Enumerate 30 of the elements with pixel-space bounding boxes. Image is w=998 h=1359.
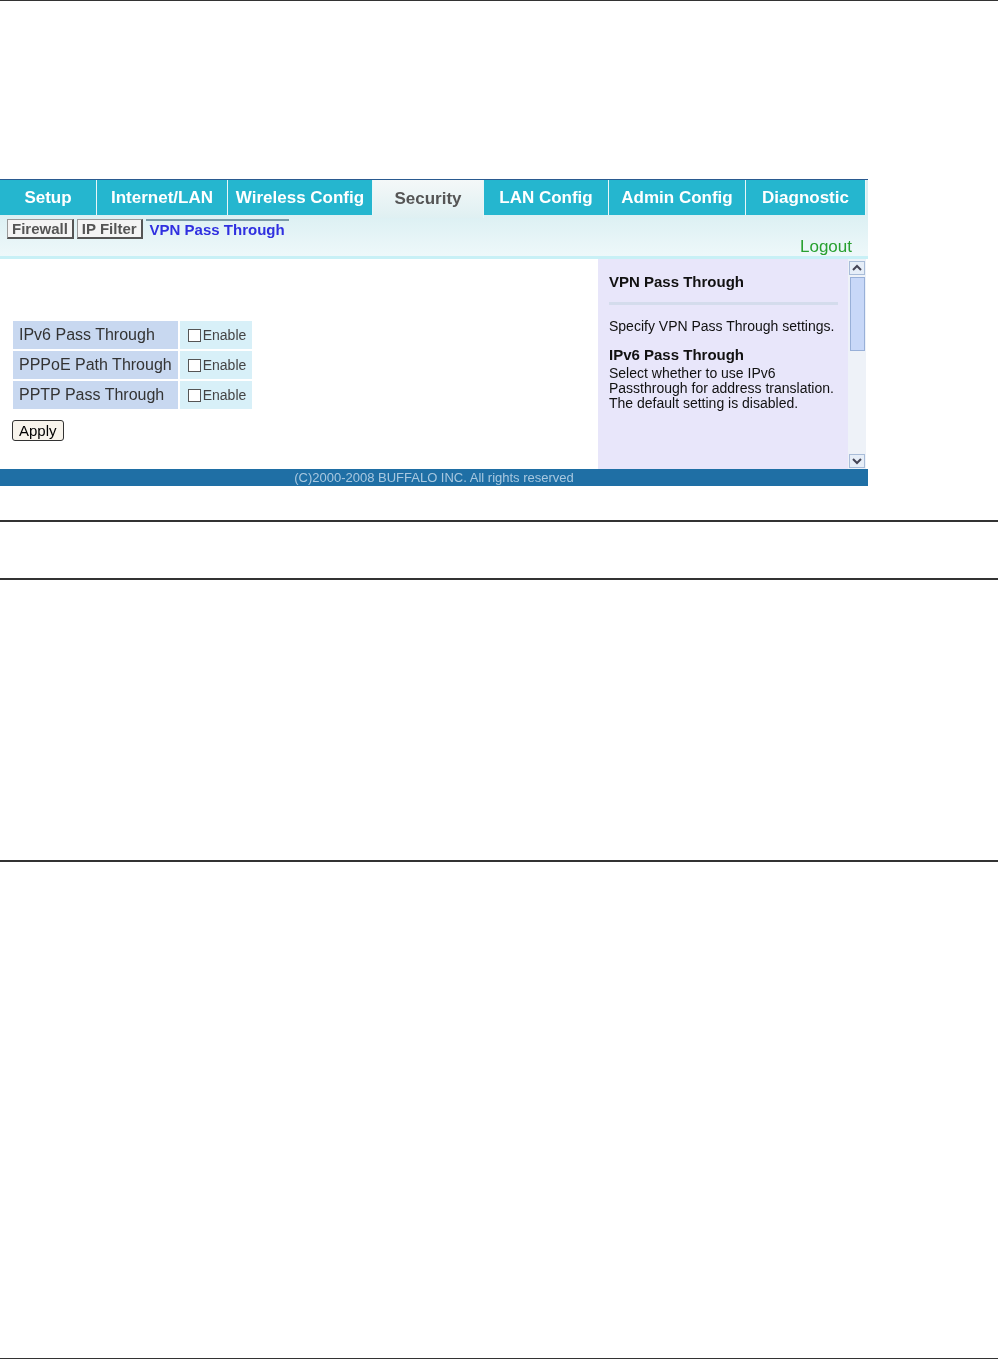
- nav-tab[interactable]: Admin Config: [609, 180, 746, 215]
- apply-button[interactable]: Apply: [12, 420, 64, 441]
- nav-tab[interactable]: LAN Config: [484, 180, 609, 215]
- setting-label: PPPoE Path Through: [13, 351, 178, 379]
- nav-tab[interactable]: Diagnostic: [746, 180, 866, 215]
- checkbox-label: Enable: [202, 327, 247, 343]
- scroll-thumb[interactable]: [849, 277, 865, 351]
- scroll-up-icon[interactable]: [849, 261, 865, 275]
- checkbox[interactable]: [187, 328, 201, 342]
- nav-tab[interactable]: Internet/LAN: [97, 180, 228, 215]
- setting-label: PPTP Pass Through: [13, 381, 178, 409]
- logout-link[interactable]: Logout: [800, 237, 852, 257]
- help-text: Select whether to use IPv6 Passthrough for address translation. The default setting is disabled.: [609, 366, 835, 411]
- checkbox-label: Enable: [202, 387, 247, 403]
- setting-label: IPv6 Pass Through: [13, 321, 178, 349]
- checkbox-label: Enable: [202, 357, 247, 373]
- nav-tab[interactable]: Wireless Config: [228, 180, 373, 215]
- copyright-text: (C)2000-2008 BUFFALO INC. All rights reserved: [294, 470, 574, 485]
- nav-tab[interactable]: Security: [373, 180, 484, 218]
- sub-tab[interactable]: IP Filter: [76, 219, 143, 239]
- nav-tab[interactable]: Setup: [0, 180, 97, 215]
- help-heading: IPv6 Pass Through: [609, 346, 746, 363]
- sub-tab[interactable]: VPN Pass Through: [145, 219, 289, 239]
- checkbox[interactable]: [187, 388, 201, 402]
- help-text: Specify VPN Pass Through settings.: [609, 319, 836, 334]
- help-title: VPN Pass Through: [609, 273, 746, 290]
- scrollbar[interactable]: [848, 259, 866, 469]
- sub-tab[interactable]: Firewall: [7, 219, 74, 239]
- checkbox[interactable]: [187, 358, 201, 372]
- scroll-down-icon[interactable]: [849, 454, 865, 468]
